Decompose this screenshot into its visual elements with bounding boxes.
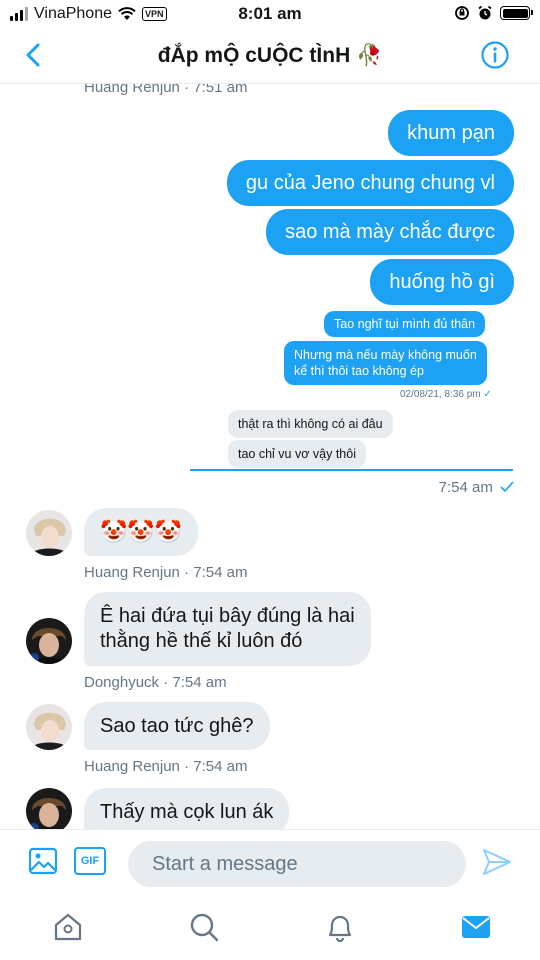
message-meta: Huang Renjun · 7:54 am bbox=[84, 758, 248, 775]
image-icon[interactable] bbox=[28, 846, 58, 876]
message-line: thằng hề thế kỉ luôn đó bbox=[100, 630, 303, 652]
gif-label: GIF bbox=[80, 855, 100, 867]
outgoing-message[interactable]: gu của Jeno chung chung vl bbox=[226, 160, 514, 206]
message-meta: Donghyuck · 7:54 am bbox=[84, 674, 227, 691]
message-composer: GIF bbox=[0, 829, 540, 893]
gif-button[interactable]: GIF bbox=[74, 847, 106, 875]
read-check-icon: ✓ bbox=[483, 389, 492, 400]
avatar-renjun[interactable] bbox=[26, 510, 72, 556]
quoted-outgoing-message: Tao nghĩ tụi mình đủ thân bbox=[324, 311, 486, 337]
quoted-line: kể thì thôi tao không ép bbox=[294, 364, 424, 378]
home-icon[interactable] bbox=[52, 911, 84, 943]
message-line: Ê hai đứa tụi bây đúng là hai bbox=[100, 605, 355, 627]
incoming-message[interactable]: Ê hai đứa tụi bây đúng là hai thằng hề t… bbox=[84, 592, 371, 666]
conversation-title-text: đẮp mỘ cUỘC tÌnH bbox=[157, 44, 351, 67]
search-icon[interactable] bbox=[188, 911, 220, 943]
status-right bbox=[454, 5, 533, 21]
message-meta: Huang Renjun · 7:51 am bbox=[84, 84, 248, 96]
wilted-rose-emoji: 🥀 bbox=[356, 44, 383, 67]
outgoing-message[interactable]: huống hồ gì bbox=[370, 259, 514, 305]
alarm-icon bbox=[478, 5, 492, 20]
quoted-line: Nhưng mà nếu mày không muốn bbox=[294, 348, 477, 362]
send-icon[interactable] bbox=[482, 848, 512, 876]
quoted-outgoing-message: Nhưng mà nếu mày không muốn kể thì thôi … bbox=[284, 341, 487, 385]
avatar-donghyuck[interactable] bbox=[26, 618, 72, 664]
quoted-timestamp: 02/08/21, 8:36 pm ✓ bbox=[400, 389, 492, 400]
message-meta: Huang Renjun · 7:54 am bbox=[84, 564, 248, 581]
outgoing-message[interactable]: khum pạn bbox=[388, 110, 514, 156]
message-input[interactable] bbox=[128, 841, 466, 887]
rotation-lock-icon bbox=[455, 6, 469, 20]
quoted-timestamp-text: 02/08/21, 8:36 pm bbox=[400, 389, 481, 400]
conversation-header: đẮp mỘ cUỘC tÌnH 🥀 bbox=[0, 30, 540, 84]
outgoing-message[interactable]: sao mà mày chắc được bbox=[266, 209, 514, 255]
incoming-message[interactable]: Thấy mà cọk lun ák bbox=[84, 788, 290, 829]
outgoing-timestamp-text: 7:54 am bbox=[438, 479, 493, 496]
info-icon[interactable] bbox=[480, 40, 510, 70]
outgoing-timestamp: 7:54 am bbox=[439, 479, 514, 496]
status-bar: VinaPhone VPN 8:01 am bbox=[0, 0, 540, 30]
quoted-read-line bbox=[190, 469, 513, 471]
incoming-message[interactable]: 🤡🤡🤡 bbox=[84, 508, 199, 556]
quoted-incoming-message: tao chỉ vu vơ vậy thôi bbox=[228, 440, 366, 468]
quoted-incoming-message: thật ra thì không có ai đâu bbox=[228, 410, 393, 438]
avatar-donghyuck[interactable] bbox=[26, 788, 72, 829]
conversation-title: đẮp mỘ cUỘC tÌnH 🥀 bbox=[0, 44, 540, 68]
message-list[interactable]: Huang Renjun · 7:51 am khum pạn gu của J… bbox=[0, 84, 540, 829]
battery-icon bbox=[500, 6, 533, 20]
incoming-message[interactable]: Sao tao tức ghê? bbox=[84, 702, 270, 750]
notifications-bell-icon[interactable] bbox=[324, 911, 356, 943]
messages-envelope-icon[interactable] bbox=[460, 911, 492, 943]
bottom-navigation bbox=[0, 893, 540, 960]
avatar-renjun[interactable] bbox=[26, 704, 72, 750]
sent-check-icon bbox=[500, 481, 514, 493]
